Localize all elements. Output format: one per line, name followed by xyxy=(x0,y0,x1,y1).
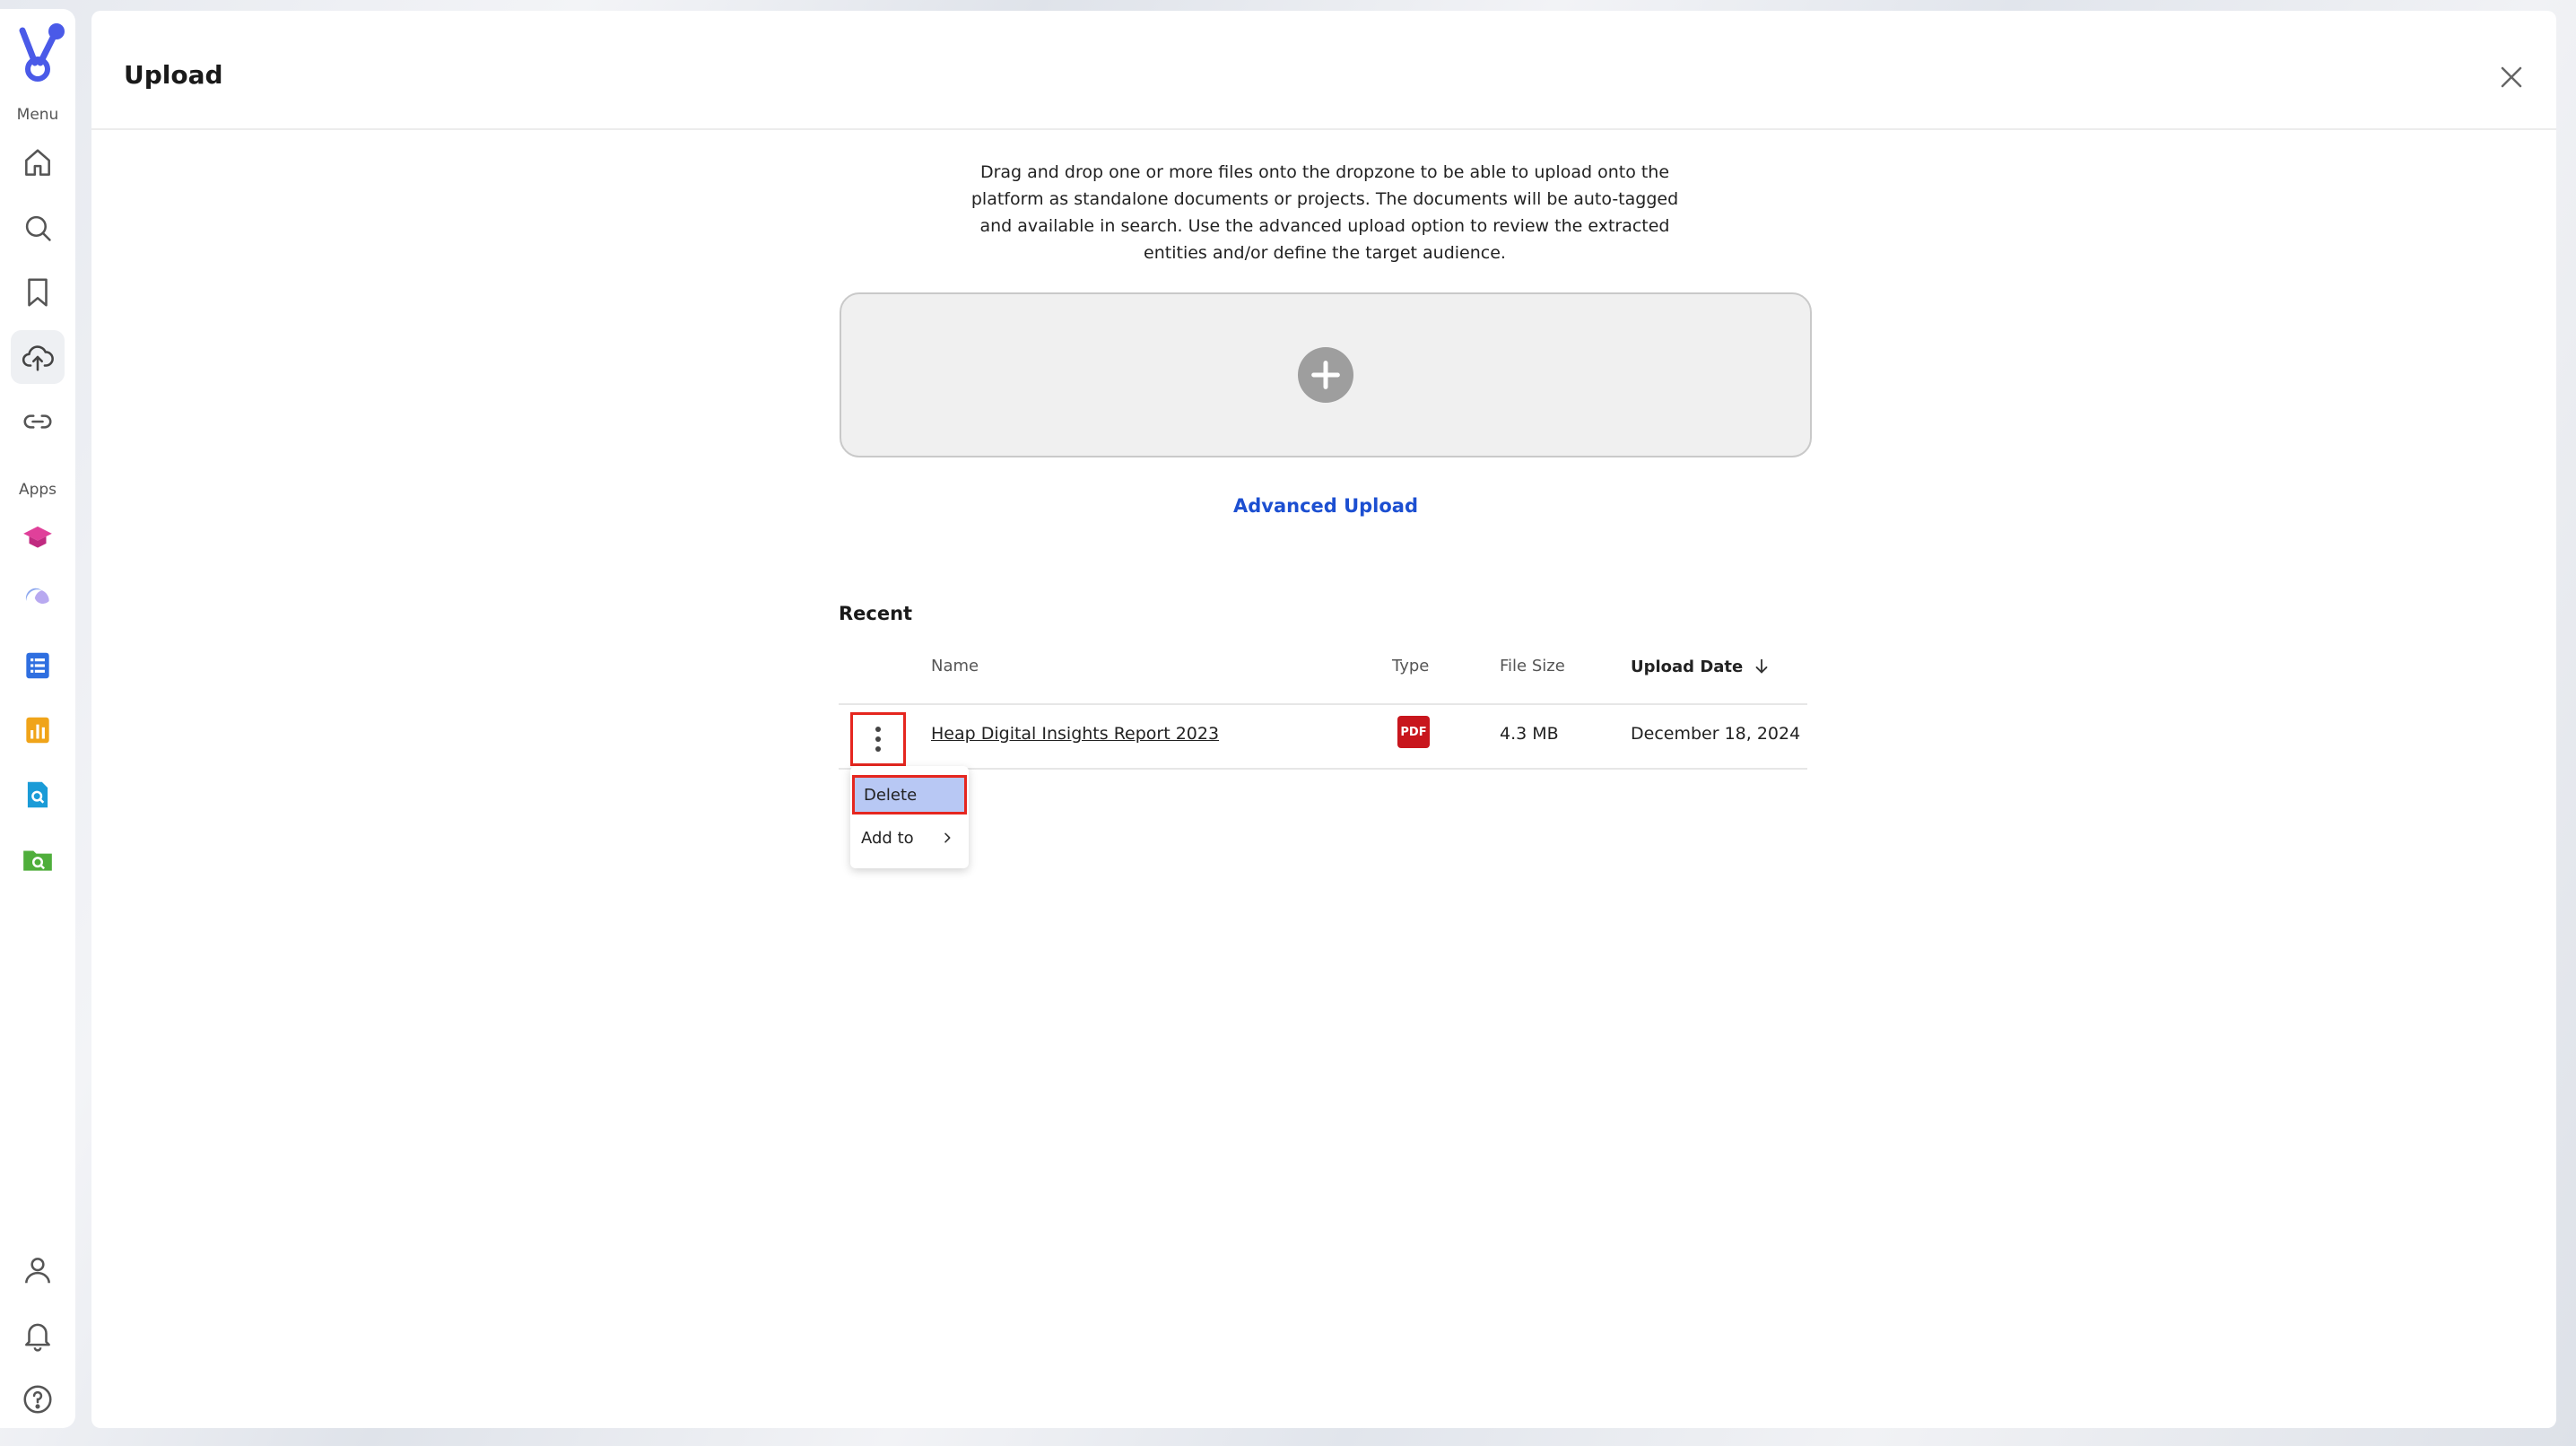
row-actions-button[interactable] xyxy=(850,712,906,766)
user-icon[interactable] xyxy=(11,1243,65,1297)
add-file-button[interactable] xyxy=(1298,347,1353,403)
graduation-cap-icon[interactable] xyxy=(11,510,65,563)
file-size-cell: 4.3 MB xyxy=(1500,724,1559,744)
close-icon xyxy=(2501,66,2522,88)
pdf-icon: PDF xyxy=(1397,716,1430,748)
search-icon[interactable] xyxy=(11,201,65,255)
bar-chart-icon[interactable] xyxy=(11,703,65,757)
plus-icon xyxy=(1311,361,1340,389)
column-header-type[interactable]: Type xyxy=(1392,657,1429,675)
sort-arrow-down-icon xyxy=(1755,658,1768,674)
table-divider xyxy=(839,703,1807,705)
recent-title: Recent xyxy=(839,603,913,624)
add-to-menu-item[interactable]: Add to xyxy=(852,818,967,858)
file-name-cell: Heap Digital Insights Report 2023 xyxy=(931,724,1219,744)
bookmark-icon[interactable] xyxy=(11,266,65,319)
sidebar-menu-label: Menu xyxy=(16,106,59,124)
upload-date-cell: December 18, 2024 xyxy=(1631,724,1801,744)
dropzone[interactable] xyxy=(840,292,1812,457)
document-list-icon[interactable] xyxy=(11,639,65,693)
help-icon[interactable] xyxy=(11,1372,65,1426)
moon-icon[interactable] xyxy=(11,574,65,628)
delete-menu-item[interactable]: Delete xyxy=(852,775,967,814)
panel-header: Upload xyxy=(91,11,2556,130)
file-name-link[interactable]: Heap Digital Insights Report 2023 xyxy=(931,724,1219,744)
advanced-upload-link[interactable]: Advanced Upload xyxy=(1213,495,1439,517)
delete-label: Delete xyxy=(864,785,918,805)
upload-date-label: Upload Date xyxy=(1631,657,1744,676)
folder-search-icon[interactable] xyxy=(11,832,65,886)
upload-panel: Upload Drag and drop one or more files o… xyxy=(91,11,2556,1428)
page-title: Upload xyxy=(124,60,223,90)
bell-icon[interactable] xyxy=(11,1308,65,1362)
column-header-file-size[interactable]: File Size xyxy=(1500,657,1565,675)
column-header-name[interactable]: Name xyxy=(931,657,979,675)
close-button[interactable] xyxy=(2492,57,2531,97)
kebab-dot xyxy=(875,746,881,752)
add-to-label: Add to xyxy=(861,828,914,848)
kebab-dot xyxy=(875,736,881,742)
chevron-right-icon xyxy=(944,832,951,843)
cloud-upload-icon[interactable] xyxy=(11,330,65,384)
link-icon[interactable] xyxy=(11,395,65,449)
app-logo[interactable] xyxy=(7,20,68,84)
home-icon[interactable] xyxy=(11,136,65,190)
upload-description: Drag and drop one or more files onto the… xyxy=(970,162,1679,263)
kebab-dot xyxy=(875,727,881,732)
table-row-divider xyxy=(839,768,1807,770)
row-context-menu: Delete Add to xyxy=(850,766,969,868)
column-header-upload-date[interactable]: Upload Date xyxy=(1631,657,1771,676)
sidebar-apps-label: Apps xyxy=(18,481,57,499)
file-search-icon[interactable] xyxy=(11,768,65,822)
sidebar: Menu Apps xyxy=(0,9,75,1428)
